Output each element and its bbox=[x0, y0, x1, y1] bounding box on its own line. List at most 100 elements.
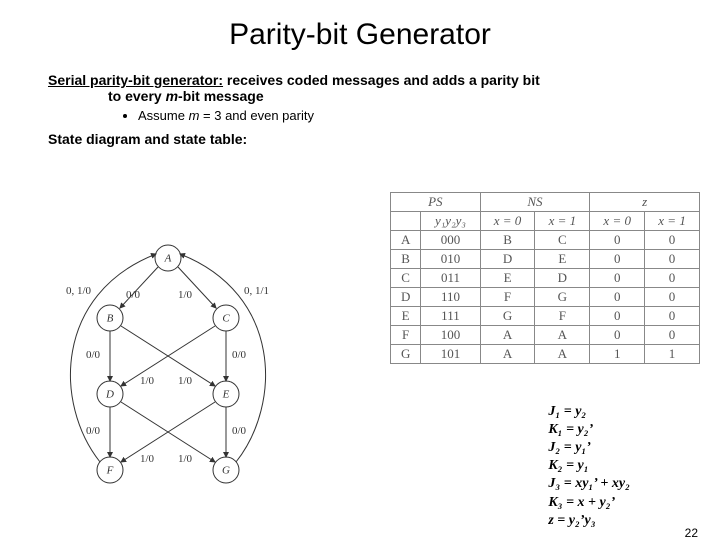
cell-ns0: F bbox=[480, 288, 535, 307]
cell-z1: 0 bbox=[645, 307, 700, 326]
state-diagram-title: State diagram and state table: bbox=[48, 131, 672, 147]
cell-ns1: F bbox=[535, 307, 590, 326]
edge-BD: 0/0 bbox=[86, 349, 101, 361]
th-z-x0: x = 0 bbox=[590, 212, 645, 231]
cell-z1: 1 bbox=[645, 345, 700, 364]
cell-code: 101 bbox=[421, 345, 480, 364]
table-row: F100AA00 bbox=[391, 326, 700, 345]
cell-ns0: E bbox=[480, 269, 535, 288]
edge-GA: 0, 1/1 bbox=[244, 285, 269, 297]
bullet-suffix: = 3 and even parity bbox=[199, 108, 314, 123]
content-block: Serial parity-bit generator: receives co… bbox=[0, 72, 720, 147]
edge-DF: 0/0 bbox=[86, 425, 101, 437]
cell-z0: 1 bbox=[590, 345, 645, 364]
cell-z0: 0 bbox=[590, 326, 645, 345]
cell-code: 011 bbox=[421, 269, 480, 288]
cell-ns1: G bbox=[535, 288, 590, 307]
eq-K2: K₂ = y₁ bbox=[548, 457, 630, 475]
state-F: F bbox=[106, 465, 114, 477]
th-z-x1: x = 1 bbox=[645, 212, 700, 231]
cell-ns1: A bbox=[535, 345, 590, 364]
cell-code: 110 bbox=[421, 288, 480, 307]
cell-z1: 0 bbox=[645, 288, 700, 307]
edge-CD: 1/0 bbox=[178, 375, 193, 387]
cell-code: 111 bbox=[421, 307, 480, 326]
eq-J3: J₃ = xy₁’ + xy₂ bbox=[548, 475, 630, 493]
cell-z0: 0 bbox=[590, 231, 645, 250]
cell-z1: 0 bbox=[645, 231, 700, 250]
edge-DG: 1/0 bbox=[140, 453, 155, 465]
bullet-em: m bbox=[189, 108, 200, 123]
cell-ps: F bbox=[391, 326, 421, 345]
cell-ns0: A bbox=[480, 345, 535, 364]
page-number: 22 bbox=[685, 526, 698, 540]
table-row: B010DE00 bbox=[391, 250, 700, 269]
cell-z0: 0 bbox=[590, 288, 645, 307]
edge-BE: 1/0 bbox=[140, 375, 155, 387]
state-diagram: A B C D E F G 0, 1/0 0/0 1/0 0, 1/1 0/0 … bbox=[48, 234, 288, 504]
equations-block: J₁ = y₂ K₁ = y₂’ J₂ = y₁’ K₂ = y₁ J₃ = x… bbox=[548, 403, 630, 530]
cell-ps: C bbox=[391, 269, 421, 288]
cell-z1: 0 bbox=[645, 326, 700, 345]
edge-EG: 0/0 bbox=[232, 425, 247, 437]
table-subheader-row: y₁y₂y₃ x = 0 x = 1 x = 0 x = 1 bbox=[391, 212, 700, 231]
cell-code: 100 bbox=[421, 326, 480, 345]
th-ns-x1: x = 1 bbox=[535, 212, 590, 231]
state-table: PS NS z y₁y₂y₃ x = 0 x = 1 x = 0 x = 1 A… bbox=[390, 192, 700, 364]
cell-ns0: G bbox=[480, 307, 535, 326]
th-z: z bbox=[590, 193, 700, 212]
edge-EF: 1/0 bbox=[178, 453, 193, 465]
bullet-prefix: Assume bbox=[138, 108, 189, 123]
th-ns: NS bbox=[480, 193, 590, 212]
th-ps: PS bbox=[391, 193, 481, 212]
table-row: C011ED00 bbox=[391, 269, 700, 288]
cell-ps: E bbox=[391, 307, 421, 326]
th-code: y₁y₂y₃ bbox=[421, 212, 480, 231]
state-B: B bbox=[107, 313, 114, 325]
cell-z0: 0 bbox=[590, 250, 645, 269]
table-row: A000BC00 bbox=[391, 231, 700, 250]
intro-line: Serial parity-bit generator: receives co… bbox=[48, 72, 672, 88]
edge-AC: 1/0 bbox=[178, 289, 193, 301]
page-title: Parity-bit Generator bbox=[0, 18, 720, 52]
cell-ps: B bbox=[391, 250, 421, 269]
cell-ps: A bbox=[391, 231, 421, 250]
th-ns-x0: x = 0 bbox=[480, 212, 535, 231]
eq-J1: J₁ = y₂ bbox=[548, 403, 630, 421]
bullet-list: Assume m = 3 and even parity bbox=[48, 108, 672, 123]
cell-code: 000 bbox=[421, 231, 480, 250]
cell-z1: 0 bbox=[645, 250, 700, 269]
eq-K3: K₃ = x + y₂’ bbox=[548, 494, 630, 512]
cell-z0: 0 bbox=[590, 307, 645, 326]
intro-rest: receives coded messages and adds a parit… bbox=[223, 72, 540, 88]
eq-K1: K₁ = y₂’ bbox=[548, 421, 630, 439]
eq-z: z = y₂’y₃ bbox=[548, 512, 630, 530]
intro-line2-em: m bbox=[166, 88, 178, 104]
cell-ps: G bbox=[391, 345, 421, 364]
cell-ns1: C bbox=[535, 231, 590, 250]
cell-z0: 0 bbox=[590, 269, 645, 288]
intro-line2: to every m-bit message bbox=[48, 88, 672, 104]
edge-FA: 0, 1/0 bbox=[66, 285, 92, 297]
table-header-row: PS NS z bbox=[391, 193, 700, 212]
state-D: D bbox=[105, 389, 114, 401]
cell-code: 010 bbox=[421, 250, 480, 269]
bullet-item: Assume m = 3 and even parity bbox=[138, 108, 672, 123]
edge-CE: 0/0 bbox=[232, 349, 247, 361]
cell-ps: D bbox=[391, 288, 421, 307]
cell-z1: 0 bbox=[645, 269, 700, 288]
table-row: G101AA11 bbox=[391, 345, 700, 364]
intro-line2-suffix: -bit message bbox=[178, 88, 264, 104]
edge-AB: 0/0 bbox=[126, 289, 141, 301]
cell-ns0: B bbox=[480, 231, 535, 250]
state-E: E bbox=[222, 389, 230, 401]
cell-ns0: A bbox=[480, 326, 535, 345]
state-C: C bbox=[222, 313, 230, 325]
cell-ns1: E bbox=[535, 250, 590, 269]
cell-ns1: D bbox=[535, 269, 590, 288]
state-G: G bbox=[222, 465, 230, 477]
cell-ns1: A bbox=[535, 326, 590, 345]
cell-ns0: D bbox=[480, 250, 535, 269]
table-row: E111GF00 bbox=[391, 307, 700, 326]
table-row: D110FG00 bbox=[391, 288, 700, 307]
